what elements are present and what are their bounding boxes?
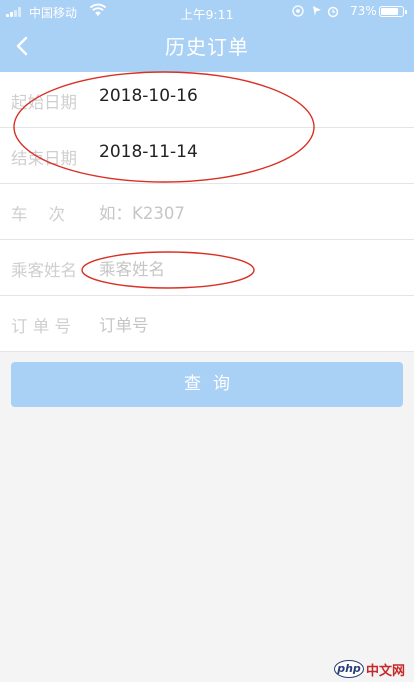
end-date-label: 结束日期 <box>11 149 77 168</box>
train-number-input[interactable]: 如：K2307 <box>99 200 399 224</box>
chevron-left-icon <box>16 36 28 56</box>
passenger-name-label: 乘客姓名 <box>11 261 77 280</box>
search-button[interactable]: 查询 <box>11 362 403 407</box>
order-number-label: 订 单 号 <box>11 317 71 336</box>
nav-header: 中国移动 上午9:11 73% 历史订单 <box>0 0 414 72</box>
order-number-input[interactable]: 订单号 <box>99 312 399 336</box>
order-number-row: 订 单 号 订单号 <box>0 296 414 352</box>
end-date-field[interactable]: 2018-11-14 <box>99 142 399 162</box>
search-form: 起始日期 2018-10-16 结束日期 2018-11-14 车 次 如：K2… <box>0 72 414 352</box>
train-number-row: 车 次 如：K2307 <box>0 184 414 240</box>
status-indicator-icons <box>292 5 339 18</box>
battery-icon <box>379 6 407 17</box>
status-bar: 中国移动 上午9:11 73% <box>0 0 414 22</box>
start-date-field[interactable]: 2018-10-16 <box>99 86 399 106</box>
end-date-row[interactable]: 结束日期 2018-11-14 <box>0 128 414 184</box>
battery-percent: 73% <box>350 4 377 18</box>
start-date-label: 起始日期 <box>11 93 77 112</box>
watermark-text: 中文网 <box>366 664 406 679</box>
passenger-name-row: 乘客姓名 乘客姓名 <box>0 240 414 296</box>
watermark-badge: php <box>334 660 364 678</box>
back-button[interactable] <box>10 32 36 60</box>
page-title: 历史订单 <box>165 35 249 59</box>
passenger-name-input[interactable]: 乘客姓名 <box>99 256 399 280</box>
start-date-row[interactable]: 起始日期 2018-10-16 <box>0 72 414 128</box>
train-number-label: 车 次 <box>11 205 65 224</box>
